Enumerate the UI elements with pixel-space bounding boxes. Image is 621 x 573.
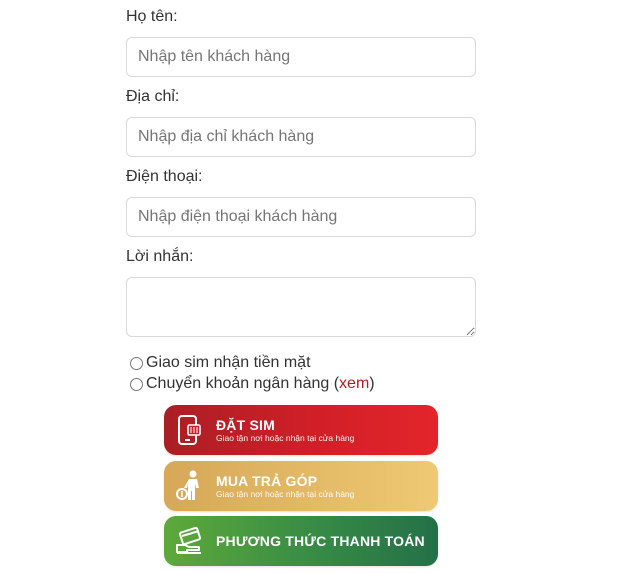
cash-radio[interactable]: [130, 356, 143, 370]
installment-button-subtitle: Giao tận nơi hoặc nhận tại cửa hàng: [216, 488, 355, 499]
name-input[interactable]: [126, 37, 476, 77]
message-textarea[interactable]: [126, 277, 476, 337]
payment-method-button[interactable]: PHƯƠNG THỨC THANH TOÁN: [164, 516, 438, 566]
person-money-icon: [164, 461, 216, 511]
payment-method-button-title: PHƯƠNG THỨC THANH TOÁN: [216, 533, 425, 549]
order-button-title: ĐẶT SIM: [216, 416, 275, 433]
phone-input[interactable]: [126, 197, 476, 237]
view-bank-link[interactable]: xem: [339, 375, 369, 393]
payment-option-cash[interactable]: Giao sim nhận tiền mặt: [130, 353, 311, 373]
transfer-label: Chuyển khoản ngân hàng (: [146, 375, 340, 392]
message-label: Lời nhắn:: [126, 248, 194, 265]
address-input[interactable]: [126, 117, 476, 157]
card-hand-icon: [164, 516, 216, 566]
order-sim-button[interactable]: ĐẶT SIM Giao tận nơi hoặc nhận tại cửa h…: [164, 405, 438, 455]
cash-label: Giao sim nhận tiền mặt: [146, 354, 311, 371]
name-label: Họ tên:: [126, 8, 178, 25]
phone-sim-icon: [164, 405, 216, 455]
address-label: Địa chỉ:: [126, 88, 180, 105]
installment-button-title: MUA TRẢ GÓP: [216, 472, 318, 489]
transfer-label-close: ): [369, 375, 375, 392]
phone-label: Điện thoại:: [126, 168, 203, 185]
installment-button[interactable]: MUA TRẢ GÓP Giao tận nơi hoặc nhận tại c…: [164, 461, 438, 511]
order-button-subtitle: Giao tận nơi hoặc nhận tại cửa hàng: [216, 432, 355, 443]
payment-option-transfer[interactable]: Chuyển khoản ngân hàng (xem): [130, 374, 375, 394]
transfer-radio[interactable]: [130, 377, 143, 391]
